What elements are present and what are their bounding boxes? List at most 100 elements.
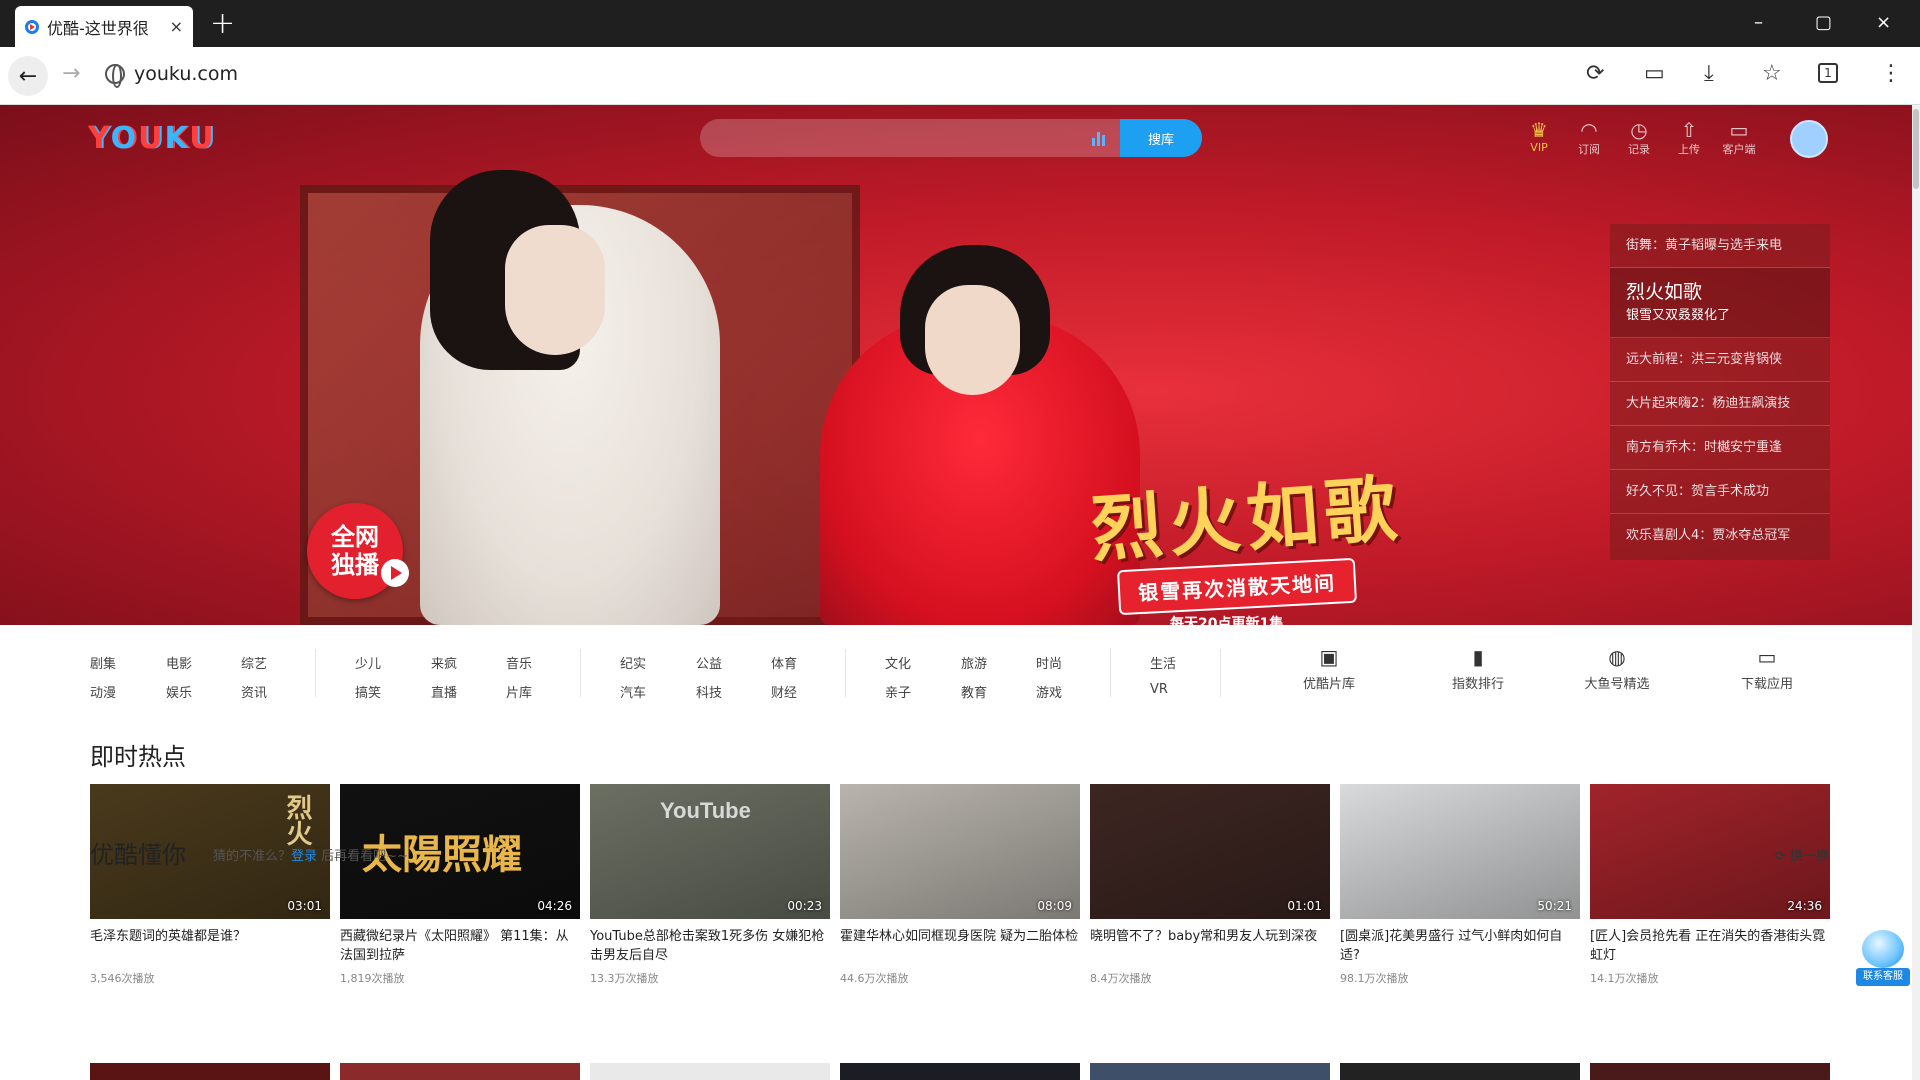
category-link[interactable]: 生活: [1150, 653, 1176, 672]
featured-ranking-link[interactable]: ▮ 指数排行: [1433, 645, 1523, 692]
rail-item-active[interactable]: 烈火如歌 银雪又双叒叕化了: [1610, 268, 1830, 338]
login-link[interactable]: 登录: [291, 849, 317, 864]
search-button[interactable]: 搜库: [1120, 119, 1202, 157]
category-link[interactable]: 亲子: [885, 682, 911, 701]
rail-item[interactable]: 街舞：黄子韬曝与选手来电: [1610, 224, 1830, 268]
video-card[interactable]: 50:21 [圆桌派]花美男盛行 过气小鲜肉如何自适? 98.1万次播放: [1340, 784, 1580, 986]
video-thumbnail[interactable]: [1340, 1063, 1580, 1080]
video-thumbnail[interactable]: 08:09: [840, 784, 1080, 919]
category-link[interactable]: 教育: [961, 682, 987, 701]
client-link[interactable]: ▭ 客户端: [1719, 119, 1759, 157]
user-avatar[interactable]: [1790, 120, 1828, 158]
page-scrollbar[interactable]: [1912, 105, 1920, 1080]
video-card[interactable]: 太陽照耀 04:26 西藏微纪录片《太阳照耀》 第11集：从法国到拉萨 1,819次播…: [340, 784, 580, 986]
video-card[interactable]: 01:01 晓明管不了？baby常和男友人玩到深夜 8.4万次播放: [1090, 784, 1330, 986]
featured-dayu-link[interactable]: ◍ 大鱼号精选: [1572, 645, 1662, 692]
category-link[interactable]: 财经: [771, 682, 797, 701]
category-link[interactable]: 纪实: [620, 653, 646, 672]
vip-label: VIP: [1530, 141, 1548, 154]
featured-library-link[interactable]: ▣ 优酷片库: [1284, 645, 1374, 692]
video-card[interactable]: 24:36 [匠人]会员抢先看 正在消失的香港街头霓虹灯 14.1万次播放: [1590, 784, 1830, 986]
search-box: 搜库: [700, 119, 1202, 157]
address-bar: ← → youku.com ⟳ ▭ ⤓ ☆ 1 ⋮: [0, 47, 1920, 105]
video-thumbnail[interactable]: [90, 1063, 330, 1080]
video-title[interactable]: [匠人]会员抢先看 正在消失的香港街头霓虹灯: [1590, 927, 1830, 965]
youku-logo[interactable]: YOUKU: [88, 121, 216, 156]
upload-link[interactable]: ⇧ 上传: [1669, 119, 1709, 157]
chat-bubble-icon: [1862, 930, 1904, 968]
video-card[interactable]: 烈火 03:01 毛泽东题词的英雄都是谁？ 3,546次播放: [90, 784, 330, 986]
category-link[interactable]: 体育: [771, 653, 797, 672]
category-link[interactable]: 少儿: [355, 653, 381, 672]
video-thumbnail[interactable]: 50:21: [1340, 784, 1580, 919]
badge-line-1: 全网: [331, 523, 379, 551]
video-thumbnail[interactable]: [1590, 1063, 1830, 1080]
rail-item[interactable]: 远大前程：洪三元变背锅侠: [1610, 338, 1830, 382]
category-link[interactable]: 公益: [696, 653, 722, 672]
category-link[interactable]: 资讯: [241, 682, 267, 701]
category-link[interactable]: 时尚: [1036, 653, 1062, 672]
category-link[interactable]: 科技: [696, 682, 722, 701]
rail-item[interactable]: 欢乐喜剧人4：贾冰夺总冠军: [1610, 514, 1830, 558]
browser-menu-icon[interactable]: ⋮: [1880, 61, 1902, 86]
trending-bars-icon[interactable]: [1092, 130, 1110, 146]
video-title[interactable]: YouTube总部枪击案致1死多伤 女嫌犯枪击男友后自尽: [590, 927, 830, 965]
browser-tab[interactable]: 优酷-这世界很 ×: [15, 6, 193, 47]
category-link[interactable]: 文化: [885, 653, 911, 672]
video-title[interactable]: [圆桌派]花美男盛行 过气小鲜肉如何自适?: [1340, 927, 1580, 965]
new-tab-button[interactable]: +: [210, 6, 235, 42]
video-title[interactable]: 西藏微纪录片《太阳照耀》 第11集：从法国到拉萨: [340, 927, 580, 965]
tab-close-icon[interactable]: ×: [170, 17, 183, 36]
history-link[interactable]: ◷ 记录: [1619, 119, 1659, 157]
category-link[interactable]: 动漫: [90, 682, 116, 701]
category-link[interactable]: 直播: [431, 682, 457, 701]
category-link[interactable]: 搞笑: [355, 682, 381, 701]
search-input[interactable]: [718, 119, 1078, 157]
rail-item[interactable]: 南方有乔木：时樾安宁重逢: [1610, 426, 1830, 470]
close-window-button[interactable]: ×: [1876, 12, 1891, 33]
video-title[interactable]: 晓明管不了？baby常和男友人玩到深夜: [1090, 927, 1330, 965]
vip-link[interactable]: ♛ VIP: [1519, 119, 1559, 154]
category-link[interactable]: 音乐: [506, 653, 532, 672]
refresh-button[interactable]: ⟳ 换一换: [1775, 845, 1829, 864]
video-card[interactable]: YouTube 00:23 YouTube总部枪击案致1死多伤 女嫌犯枪击男友后自尽…: [590, 784, 830, 986]
customer-service-button[interactable]: 联系客服: [1856, 930, 1910, 990]
url-field[interactable]: youku.com: [134, 63, 238, 85]
category-link[interactable]: 片库: [506, 682, 532, 701]
category-link[interactable]: VR: [1150, 682, 1168, 697]
video-thumbnail[interactable]: [340, 1063, 580, 1080]
tab-count-icon[interactable]: 1: [1818, 63, 1838, 83]
video-card[interactable]: 08:09 霍建华林心如同框现身医院 疑为二胎体检 44.6万次播放: [840, 784, 1080, 986]
rail-item[interactable]: 好久不见：贺言手术成功: [1610, 470, 1830, 514]
desktop-site-icon[interactable]: ▭: [1644, 61, 1665, 86]
category-link[interactable]: 电影: [166, 653, 192, 672]
video-title[interactable]: 霍建华林心如同框现身医院 疑为二胎体检: [840, 927, 1080, 965]
rail-item[interactable]: 大片起来嗨2：杨迪狂飙演技: [1610, 382, 1830, 426]
video-thumbnail[interactable]: [1090, 1063, 1330, 1080]
video-thumbnail[interactable]: [840, 1063, 1080, 1080]
category-link[interactable]: 汽车: [620, 682, 646, 701]
featured-label: 下载应用: [1740, 677, 1793, 692]
category-link[interactable]: 娱乐: [166, 682, 192, 701]
reload-icon[interactable]: ⟳: [1586, 61, 1604, 86]
subscribe-link[interactable]: ◠ 订阅: [1569, 119, 1609, 157]
video-thumbnail[interactable]: YouTube 00:23: [590, 784, 830, 919]
video-title[interactable]: 毛泽东题词的英雄都是谁？: [90, 927, 330, 965]
video-thumbnail[interactable]: [590, 1063, 830, 1080]
category-link[interactable]: 来疯: [431, 653, 457, 672]
category-link[interactable]: 游戏: [1036, 682, 1062, 701]
video-thumbnail[interactable]: 01:01: [1090, 784, 1330, 919]
featured-label: 优酷片库: [1302, 677, 1355, 692]
category-link[interactable]: 综艺: [241, 653, 267, 672]
scrollbar-thumb[interactable]: [1913, 109, 1919, 189]
download-icon[interactable]: ⤓: [1704, 61, 1714, 86]
maximize-button[interactable]: ▢: [1815, 12, 1832, 33]
forward-button[interactable]: →: [62, 61, 80, 86]
category-link[interactable]: 旅游: [961, 653, 987, 672]
featured-download-app-link[interactable]: ▭ 下载应用: [1722, 645, 1812, 692]
back-button[interactable]: ←: [8, 56, 48, 96]
bookmark-star-icon[interactable]: ☆: [1762, 61, 1782, 86]
hot-video-list: 烈火 03:01 毛泽东题词的英雄都是谁？ 3,546次播放 太陽照耀 04:26 西藏微纪…: [90, 784, 1830, 994]
minimize-button[interactable]: –: [1754, 12, 1763, 33]
category-link[interactable]: 剧集: [90, 653, 116, 672]
